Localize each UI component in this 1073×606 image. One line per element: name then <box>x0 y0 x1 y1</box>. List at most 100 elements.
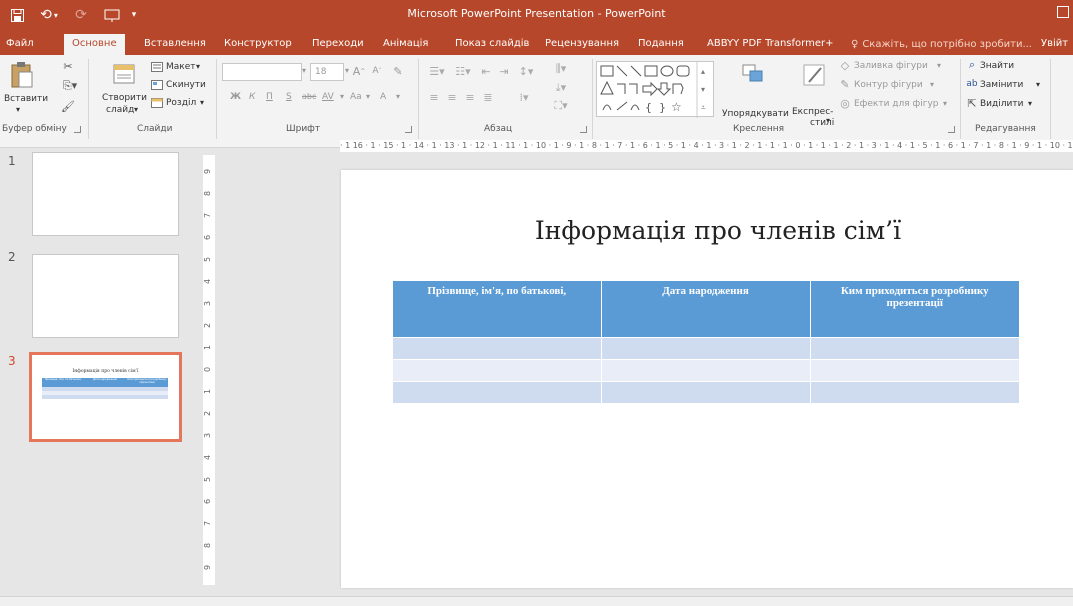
clear-formatting-icon[interactable]: ✎ <box>390 63 406 79</box>
table-cell[interactable] <box>601 336 811 359</box>
font-launcher-icon[interactable] <box>405 126 412 133</box>
tab-animations[interactable]: Анімація <box>383 34 428 55</box>
decrease-font-icon[interactable]: Aˇ <box>370 63 384 79</box>
new-slide-icon[interactable] <box>110 59 138 89</box>
table-cell[interactable] <box>393 336 602 359</box>
line-spacing-icon[interactable]: ↕▾ <box>516 63 536 79</box>
font-family-dropdown-icon[interactable]: ▾ <box>302 66 306 75</box>
table-cell[interactable] <box>393 380 602 403</box>
tab-file[interactable]: Файл <box>6 34 34 55</box>
shape-fill-icon[interactable]: ◇ <box>839 59 851 72</box>
tab-review[interactable]: Рецензування <box>545 34 619 55</box>
tab-view[interactable]: Подання <box>638 34 684 55</box>
slide-thumbnail-3[interactable]: Інформація про членів сім’ї Прізвище, ім… <box>29 352 182 442</box>
shadow-button[interactable]: S <box>286 92 292 102</box>
format-painter-icon[interactable]: 🖌 <box>60 99 76 113</box>
font-size-dropdown-icon[interactable]: ▾ <box>345 66 349 75</box>
shapes-gallery[interactable]: { } ☆ ▴ ▾ ⩡ <box>596 61 714 118</box>
reset-button[interactable]: Скинути <box>166 80 206 90</box>
layout-button[interactable]: Макет <box>166 62 196 72</box>
clipboard-launcher-icon[interactable] <box>74 126 81 133</box>
current-slide[interactable]: Інформація про членів сім’ї Прізвище, ім… <box>341 170 1073 588</box>
reset-icon[interactable] <box>150 79 164 91</box>
decrease-indent-icon[interactable]: ⇤ <box>478 63 494 79</box>
select-dropdown-icon[interactable]: ▾ <box>1028 99 1032 108</box>
smartart-icon[interactable]: ⛶▾ <box>550 99 572 113</box>
replace-dropdown-icon[interactable]: ▾ <box>1036 80 1040 89</box>
section-button[interactable]: Розділ <box>166 98 196 108</box>
table-header-cell[interactable]: Ким приходиться розробнику презентації <box>810 281 1019 337</box>
tell-me-search[interactable]: ♀ Скажіть, що потрібно зробити... <box>851 34 1032 55</box>
columns-icon[interactable]: ⫼▾ <box>550 61 572 77</box>
table-header-cell[interactable]: Прізвище, ім'я, по батькові, <box>393 281 602 337</box>
layout-icon[interactable] <box>150 61 164 73</box>
bullets-icon[interactable]: ☰▾ <box>426 63 448 79</box>
font-size-combo[interactable]: 18 <box>310 63 344 81</box>
slide-thumbnail-2[interactable] <box>32 254 179 338</box>
shape-fill-button[interactable]: Заливка фігури <box>854 61 928 71</box>
font-color-dropdown-icon[interactable]: ▾ <box>396 92 400 101</box>
table-header-cell[interactable]: Дата народження <box>601 281 811 337</box>
increase-indent-icon[interactable]: ⇥ <box>496 63 512 79</box>
font-color-button[interactable]: A <box>380 92 386 102</box>
section-icon[interactable] <box>150 97 164 109</box>
align-center-icon[interactable]: ≡ <box>444 89 460 105</box>
align-left-icon[interactable]: ≡ <box>426 89 442 105</box>
sign-in-link[interactable]: Увійт <box>1041 34 1068 55</box>
table-cell[interactable] <box>601 380 811 403</box>
text-direction-icon[interactable]: ⤓▾ <box>550 81 572 95</box>
arrange-button[interactable]: Упорядкувати <box>722 109 789 119</box>
tab-abbyy[interactable]: ABBYY PDF Transformer+ <box>707 34 833 55</box>
new-slide-label[interactable]: Створити <box>102 93 147 103</box>
underline-button[interactable]: П <box>266 92 273 102</box>
change-case-button[interactable]: Aa <box>350 92 362 102</box>
quick-styles-sublabel[interactable]: стилі <box>810 118 834 128</box>
ribbon-display-options-icon[interactable] <box>1057 6 1069 18</box>
replace-button[interactable]: Замінити <box>980 80 1023 90</box>
increase-font-icon[interactable]: A ^ <box>352 63 366 79</box>
select-button[interactable]: Виділити <box>980 99 1023 109</box>
copy-icon[interactable]: ⎘▾ <box>60 79 80 93</box>
italic-button[interactable]: К <box>249 92 255 102</box>
paste-button[interactable]: Вставити <box>4 94 48 104</box>
table-cell[interactable] <box>393 358 602 381</box>
layout-dropdown-icon[interactable]: ▾ <box>196 62 200 71</box>
tab-transitions[interactable]: Переходи <box>312 34 364 55</box>
table-cell[interactable] <box>810 358 1019 381</box>
table-cell[interactable] <box>601 358 811 381</box>
tab-insert[interactable]: Вставлення <box>144 34 206 55</box>
paragraph-launcher-icon[interactable] <box>580 126 587 133</box>
shape-outline-button[interactable]: Контур фігури <box>854 80 923 90</box>
drawing-launcher-icon[interactable] <box>948 126 955 133</box>
shape-effects-icon[interactable]: ◎ <box>839 97 851 110</box>
shape-effects-dropdown-icon[interactable]: ▾ <box>943 99 947 108</box>
shape-outline-dropdown-icon[interactable]: ▾ <box>930 80 934 89</box>
strikethrough-button[interactable]: abc <box>302 92 316 101</box>
section-dropdown-icon[interactable]: ▾ <box>200 98 204 107</box>
change-case-dropdown-icon[interactable]: ▾ <box>366 92 370 101</box>
bold-button[interactable]: Ж <box>230 92 241 102</box>
shape-effects-button[interactable]: Ефекти для фігур <box>854 99 939 109</box>
quick-styles-icon[interactable] <box>800 61 828 89</box>
character-spacing-button[interactable]: AV <box>322 92 334 102</box>
align-right-icon[interactable]: ≡ <box>462 89 478 105</box>
character-spacing-dropdown-icon[interactable]: ▾ <box>340 92 344 101</box>
slide-thumbnail-1[interactable] <box>32 152 179 236</box>
find-icon[interactable]: ⌕ <box>966 58 978 71</box>
quick-styles-dropdown-icon[interactable]: ▾ <box>826 116 830 125</box>
shape-fill-dropdown-icon[interactable]: ▾ <box>937 61 941 70</box>
replace-icon[interactable]: ab <box>966 78 978 90</box>
select-icon[interactable]: ⇱ <box>966 97 978 110</box>
cut-icon[interactable]: ✂ <box>60 59 76 73</box>
justify-icon[interactable]: ≣ <box>480 89 496 105</box>
shape-outline-icon[interactable]: ✎ <box>839 78 851 91</box>
paste-dropdown-icon[interactable]: ▾ <box>16 105 20 114</box>
family-info-table[interactable]: Прізвище, ім'я, по батькові, Дата народж… <box>393 281 1019 403</box>
tab-design[interactable]: Конструктор <box>224 34 292 55</box>
new-slide-sublabel[interactable]: слайд <box>106 105 134 115</box>
font-family-combo[interactable] <box>222 63 302 81</box>
slide-title[interactable]: Інформація про членів сім’ї <box>341 216 1073 245</box>
table-cell[interactable] <box>810 336 1019 359</box>
table-cell[interactable] <box>810 380 1019 403</box>
text-columns-icon[interactable]: ⁞▾ <box>512 89 536 105</box>
